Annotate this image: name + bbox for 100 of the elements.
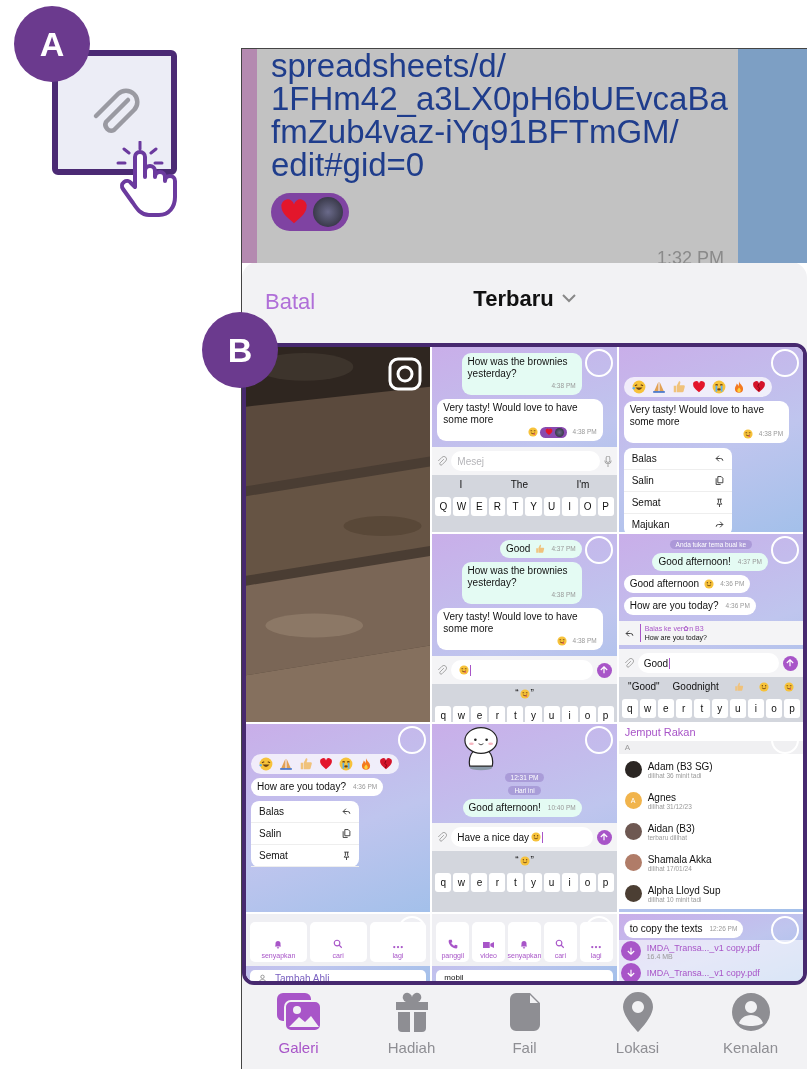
laughing-face-icon — [259, 757, 273, 771]
step-badge: B — [202, 312, 278, 388]
send-button[interactable] — [596, 829, 612, 845]
key[interactable]: q — [621, 699, 638, 718]
reply-icon — [342, 807, 352, 816]
key[interactable]: y — [711, 699, 728, 718]
key[interactable]: i — [747, 699, 764, 718]
suggestion[interactable] — [781, 681, 794, 692]
file-name: IMDA_Transa..._v1 copy.pdf — [646, 942, 760, 953]
suggestion[interactable] — [756, 681, 769, 692]
key[interactable]: r — [489, 873, 506, 892]
key[interactable]: p — [783, 699, 800, 718]
key[interactable]: e — [471, 706, 488, 722]
key[interactable]: W — [453, 497, 470, 516]
contact-name: Shamala Akka — [647, 853, 712, 865]
key[interactable]: y — [525, 706, 542, 722]
key[interactable]: E — [471, 497, 488, 516]
suggestion[interactable]: “ ” — [515, 688, 534, 699]
album-dropdown[interactable]: Terbaru — [473, 285, 576, 312]
key[interactable]: i — [561, 873, 578, 892]
video-icon — [483, 941, 495, 949]
text-cursor — [470, 664, 472, 676]
key[interactable]: O — [579, 497, 596, 516]
menu-item[interactable]: Salin — [251, 823, 360, 845]
key[interactable]: t — [693, 699, 710, 718]
row-label: mobil — [444, 973, 464, 981]
key[interactable]: e — [657, 699, 674, 718]
search-icon — [555, 939, 566, 949]
key[interactable]: u — [543, 873, 560, 892]
smiley-icon — [556, 636, 567, 646]
message-text: How was the brownies yesterday? — [467, 565, 569, 589]
message-text: Good afternoon! — [468, 802, 541, 814]
suggestion[interactable]: “ ” — [515, 855, 534, 866]
message-text: How are you today? — [257, 781, 346, 793]
section-header: A — [618, 741, 803, 754]
key[interactable]: Y — [525, 497, 542, 516]
microphone-icon[interactable] — [603, 455, 612, 467]
forward-icon — [714, 520, 724, 529]
message-field[interactable]: Have a nice day — [451, 827, 593, 847]
reaction-chip[interactable] — [271, 193, 349, 231]
key[interactable]: r — [675, 699, 692, 718]
send-button[interactable] — [596, 662, 612, 678]
message-field[interactable]: Good — [637, 653, 779, 673]
suggestion[interactable]: Goodnight — [672, 681, 719, 692]
menu-item[interactable]: Balas — [251, 801, 360, 823]
key[interactable]: u — [729, 699, 746, 718]
key[interactable]: u — [543, 706, 560, 722]
key[interactable]: r — [489, 706, 506, 722]
key[interactable]: y — [525, 873, 542, 892]
key[interactable]: Q — [435, 497, 452, 516]
message-field[interactable] — [451, 660, 593, 680]
key[interactable]: o — [765, 699, 782, 718]
key[interactable]: U — [543, 497, 560, 516]
list-row[interactable]: mobil — [436, 970, 613, 981]
download-icon[interactable] — [620, 941, 641, 961]
message-text: Very tasty! Would love to have some more — [629, 404, 765, 428]
paperclip-icon — [437, 665, 448, 675]
search-icon — [333, 939, 344, 949]
download-icon[interactable] — [620, 963, 641, 981]
text-cursor — [669, 657, 671, 669]
suggestion[interactable]: "Good" — [628, 681, 660, 692]
key[interactable]: o — [579, 873, 596, 892]
suggestion[interactable]: I — [459, 479, 463, 490]
heart-icon — [691, 380, 706, 394]
key[interactable]: R — [489, 497, 506, 516]
key[interactable]: o — [579, 706, 596, 722]
key[interactable]: w — [639, 699, 656, 718]
menu-item[interactable]: Balas — [623, 448, 732, 470]
key[interactable]: w — [453, 706, 470, 722]
send-button[interactable] — [783, 655, 798, 671]
key[interactable]: e — [471, 873, 488, 892]
reply-icon — [714, 454, 724, 463]
location-pin-icon — [622, 992, 653, 1032]
menu-item[interactable]: Semat — [623, 492, 732, 514]
key[interactable]: P — [597, 497, 614, 516]
key[interactable]: t — [507, 873, 524, 892]
paperclip-icon — [437, 456, 448, 466]
tab[interactable]: Galeri — [242, 991, 355, 1069]
key[interactable]: q — [435, 706, 452, 722]
key[interactable]: p — [597, 873, 614, 892]
file-row[interactable]: IMDA_Transa..._v1 copy.pdf — [618, 962, 803, 981]
key[interactable]: q — [435, 873, 452, 892]
menu-item[interactable]: Semat — [251, 845, 360, 867]
suggestion[interactable]: The — [510, 479, 528, 490]
key[interactable]: i — [561, 706, 578, 722]
key[interactable]: p — [597, 706, 614, 722]
key[interactable]: T — [507, 497, 524, 516]
suggestion[interactable]: I'm — [576, 479, 590, 490]
contact-name: Agnes — [647, 791, 677, 803]
crying-face-icon — [339, 757, 353, 771]
reply-icon — [624, 628, 634, 638]
reaction-chip[interactable] — [539, 426, 567, 438]
invite-link[interactable]: Jemput Rakan — [618, 724, 803, 741]
thumbs-up-icon — [299, 757, 313, 771]
menu-item[interactable]: Salin — [623, 470, 732, 492]
more-icon — [591, 945, 602, 949]
key[interactable]: w — [453, 873, 470, 892]
key[interactable]: t — [507, 706, 524, 722]
step-badge: A — [14, 6, 90, 82]
key[interactable]: I — [561, 497, 578, 516]
